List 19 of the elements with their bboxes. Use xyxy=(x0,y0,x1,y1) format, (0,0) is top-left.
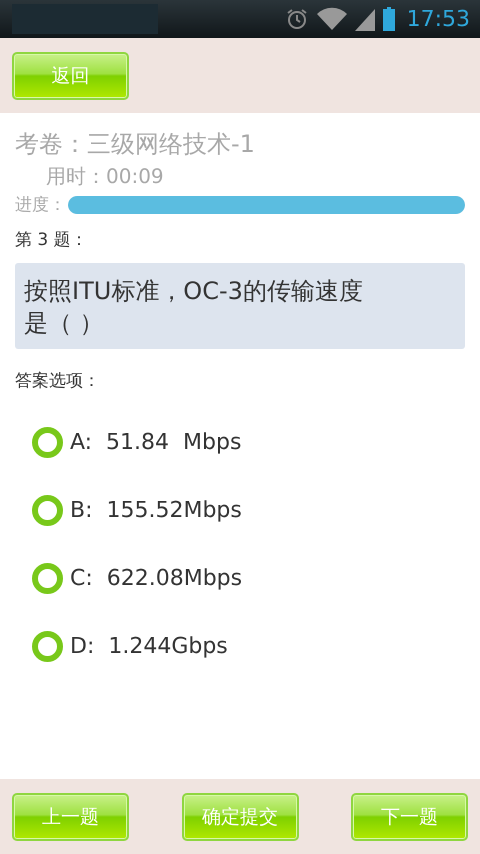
question-text: 按照ITU标准，OC-3的传输速度是（ ） xyxy=(15,263,465,349)
radio-button[interactable] xyxy=(32,495,63,526)
exam-title: 考卷：三级网络技术-1 xyxy=(15,129,256,160)
clock-time: 17:53 xyxy=(406,6,470,32)
options-label: 答案选项： xyxy=(15,370,101,392)
wifi-icon xyxy=(316,7,347,31)
alarm-clock-icon xyxy=(284,7,309,31)
option-label[interactable]: B: 155.52Mbps xyxy=(70,498,242,523)
elapsed-time: 用时：00:09 xyxy=(46,163,165,190)
battery-icon xyxy=(382,7,395,31)
option-label[interactable]: D: 1.244Gbps xyxy=(70,634,228,659)
option-label[interactable]: C: 622.08Mbps xyxy=(70,566,242,591)
signal-icon xyxy=(354,7,375,31)
option-label[interactable]: A: 51.84 Mbps xyxy=(70,430,242,455)
radio-button[interactable] xyxy=(32,427,63,458)
progress-label: 进度： xyxy=(15,194,66,216)
question-number: 第 3 题： xyxy=(15,229,89,251)
radio-button[interactable] xyxy=(32,563,63,594)
radio-button[interactable] xyxy=(32,631,63,662)
